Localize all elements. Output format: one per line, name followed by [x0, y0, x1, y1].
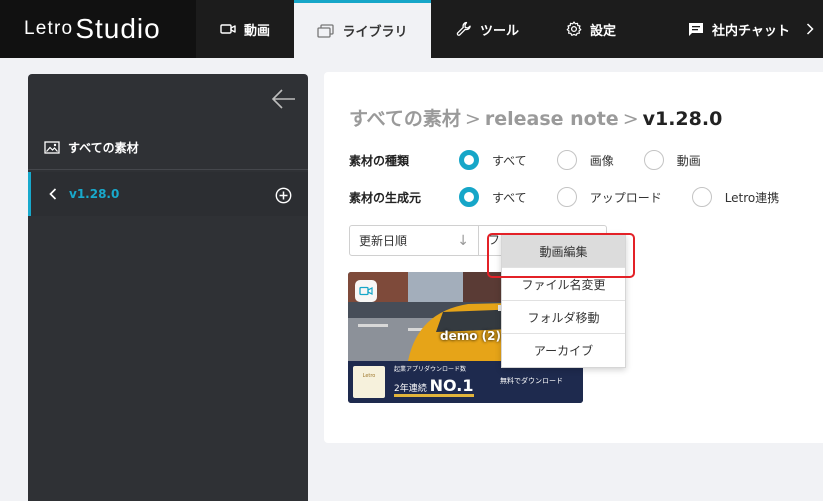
- wrench-icon: [456, 21, 471, 36]
- image-icon: [44, 141, 60, 154]
- breadcrumb-separator: >: [464, 108, 481, 130]
- radio-source-all-label: すべて: [492, 190, 527, 205]
- menu-item-archive-label: アーカイブ: [533, 344, 594, 358]
- tab-library-label: ライブラリ: [342, 25, 408, 40]
- tab-tools[interactable]: ツール: [431, 0, 544, 58]
- radio-type-video[interactable]: 動画: [643, 150, 701, 170]
- radio-button[interactable]: [643, 150, 664, 170]
- banner-underline: [394, 394, 474, 397]
- collapse-sidebar-button[interactable]: [271, 88, 296, 114]
- add-subfolder-button[interactable]: [275, 187, 292, 208]
- banner-headline: 2年連続 NO.1: [394, 376, 473, 395]
- material-card-title: demo (2): [440, 329, 501, 343]
- banner-app-icon: Letro: [353, 366, 385, 398]
- menu-item-move-folder[interactable]: フォルダ移動: [502, 301, 625, 334]
- sort-arrow-icon: ↓: [457, 233, 469, 249]
- tab-video-label: 動画: [243, 23, 270, 39]
- sidebar-item-folder-v1-28-0[interactable]: v1.28.0: [28, 172, 308, 216]
- radio-source-upload[interactable]: アップロード: [556, 187, 662, 207]
- radio-source-letro-label: Letro連携: [724, 190, 780, 205]
- logo-studio: Studio: [75, 13, 161, 44]
- radio-type-all[interactable]: すべて: [459, 150, 527, 170]
- sort-select-value: 更新日順: [359, 234, 408, 248]
- filter-material-type-label: 素材の種類: [349, 153, 410, 168]
- radio-button[interactable]: [691, 187, 712, 207]
- plus-circle-icon: [275, 187, 292, 204]
- library-icon: [317, 23, 335, 38]
- radio-button[interactable]: [556, 187, 577, 207]
- banner-subtitle: 起業アプリダウンロード数: [394, 366, 467, 373]
- breadcrumb-all-materials[interactable]: すべての素材: [349, 108, 461, 130]
- chevron-left-icon[interactable]: [49, 188, 57, 200]
- radio-button-selected[interactable]: [459, 187, 479, 207]
- video-camera-icon: [359, 286, 373, 296]
- radio-type-image-label: 画像: [589, 153, 614, 168]
- radio-source-letro[interactable]: Letro連携: [691, 187, 780, 207]
- chat-icon: [689, 22, 703, 36]
- letro-studio-logo[interactable]: Letro Studio: [0, 0, 196, 58]
- filter-material-type: 素材の種類 すべて 画像 動画: [349, 149, 731, 171]
- banner-headline-number: NO.1: [429, 376, 474, 395]
- filter-material-source: 素材の生成元 すべて アップロード Letro連携: [349, 186, 809, 208]
- video-type-badge: [355, 280, 377, 302]
- radio-type-video-label: 動画: [676, 153, 701, 168]
- breadcrumb-current-folder: v1.28.0: [642, 108, 723, 130]
- radio-source-upload-label: アップロード: [589, 190, 662, 205]
- radio-button[interactable]: [556, 150, 577, 170]
- logo-letro: Letro: [24, 18, 74, 39]
- tab-settings-label: 設定: [589, 23, 616, 39]
- radio-button-selected[interactable]: [459, 150, 479, 170]
- radio-source-all[interactable]: すべて: [459, 187, 527, 207]
- gear-icon: [566, 21, 582, 36]
- sidebar-folder-label: v1.28.0: [69, 187, 120, 201]
- folder-sidebar: すべての素材 v1.28.0: [28, 74, 308, 501]
- chevron-right-icon: [806, 23, 814, 35]
- menu-item-move-folder-label: フォルダ移動: [527, 310, 600, 325]
- sidebar-item-all-materials-label: すべての素材: [68, 141, 139, 155]
- menu-item-archive[interactable]: アーカイブ: [502, 334, 625, 367]
- tab-library[interactable]: ライブラリ: [294, 0, 431, 58]
- tab-settings[interactable]: 設定: [544, 0, 638, 58]
- radio-type-all-label: すべて: [492, 153, 527, 168]
- sidebar-item-all-materials[interactable]: すべての素材: [28, 126, 308, 170]
- breadcrumb-separator: >: [622, 108, 639, 130]
- top-navigation-bar: Letro Studio 動画 ライブラリ ツール 設定 社内チャット: [0, 0, 823, 58]
- highlight-annotation-box: [487, 233, 635, 278]
- arrow-left-icon: [271, 89, 295, 109]
- breadcrumb: すべての素材 > release note > v1.28.0: [349, 104, 722, 131]
- banner-headline-text: 2年連続: [394, 384, 427, 394]
- tab-tools-label: ツール: [479, 23, 519, 39]
- tab-internal-chat-label: 社内チャット: [712, 23, 790, 39]
- breadcrumb-release-note[interactable]: release note: [485, 108, 619, 130]
- video-camera-icon: [220, 24, 236, 34]
- sort-select[interactable]: 更新日順 ↓: [349, 225, 479, 256]
- tab-internal-chat[interactable]: 社内チャット: [672, 0, 823, 58]
- radio-type-image[interactable]: 画像: [556, 150, 614, 170]
- filter-material-source-label: 素材の生成元: [349, 190, 422, 205]
- tab-video[interactable]: 動画: [196, 0, 294, 58]
- banner-cta-text: 無料でダウンロード: [500, 377, 563, 385]
- menu-item-rename-file-label: ファイル名変更: [521, 277, 606, 292]
